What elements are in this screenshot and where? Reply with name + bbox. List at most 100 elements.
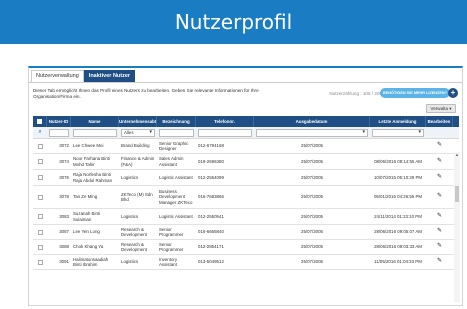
- last-login: 11/05/2016 01:04:33 PM: [374, 259, 422, 265]
- row-checkbox[interactable]: [33, 186, 47, 208]
- scroll-up-icon[interactable]: ▲: [454, 152, 460, 157]
- issue-date: 25/07/2005: [301, 194, 323, 200]
- user-title: Inventory Assistant: [159, 256, 178, 267]
- row-checkbox[interactable]: [33, 170, 47, 185]
- row-checkbox[interactable]: [33, 225, 47, 239]
- edit-cell[interactable]: ✎: [426, 186, 453, 208]
- filter-name[interactable]: [73, 128, 117, 137]
- row-checkbox[interactable]: [33, 154, 47, 169]
- user-department: Brand Building: [121, 143, 150, 149]
- last-login: 28/06/2016 09:03:33 AM: [374, 244, 422, 250]
- pencil-icon[interactable]: ✎: [437, 158, 442, 164]
- user-id: 3087: [59, 229, 69, 235]
- search-icon: ⌕: [38, 129, 42, 135]
- table-row[interactable]: 3083 Suzanah Binti Sulaiman Logistics Logis…: [33, 209, 459, 225]
- tab-inactive-users[interactable]: Inaktiver Nutzer: [83, 70, 136, 82]
- pencil-icon[interactable]: ✎: [437, 213, 442, 219]
- table-row[interactable]: 3091 Halimatonsaadiah Binti Ibrahim Logist…: [33, 255, 459, 270]
- user-title: Senior Programmer: [159, 241, 184, 252]
- need-more-licenses-button[interactable]: BENÖTIGEN SIE MEHR LIZENZEN?: [380, 88, 450, 98]
- user-name: Chok Khang Ya: [73, 244, 104, 250]
- user-department: Research & Development: [121, 226, 147, 237]
- row-checkbox[interactable]: [33, 209, 47, 224]
- user-phone: 012-6794168: [198, 143, 224, 149]
- filter-title[interactable]: [159, 128, 194, 137]
- user-name: Lee Yen Long: [73, 229, 100, 235]
- user-title: Sales Admin Assistant: [159, 156, 184, 167]
- pencil-icon[interactable]: ✎: [437, 174, 442, 180]
- user-name: Lee Chwee Mei: [73, 143, 104, 149]
- edit-cell[interactable]: ✎: [426, 209, 453, 224]
- table-row[interactable]: 3087 Lee Yen Long Research & Development Se…: [33, 225, 459, 240]
- col-last-login[interactable]: Letzte Anmeldung: [370, 116, 426, 127]
- pencil-icon[interactable]: ✎: [437, 142, 442, 148]
- pencil-icon[interactable]: ✎: [437, 193, 442, 199]
- scrollbar[interactable]: ▲: [454, 152, 460, 302]
- user-title: Business Development Manager ZKTeco: [159, 189, 193, 205]
- table-row[interactable]: 3074 Noor Farhana Binti Mohd Tahir Finance…: [33, 154, 459, 170]
- user-name: Noor Farhana Binti Mohd Tahir: [73, 156, 110, 167]
- checkbox[interactable]: [37, 259, 43, 265]
- edit-cell[interactable]: ✎: [426, 255, 453, 269]
- col-department[interactable]: Unternehmensabteilung: [119, 116, 157, 127]
- col-phone[interactable]: Telefonnr.: [196, 116, 254, 127]
- user-department: Research & Development: [121, 241, 147, 252]
- user-id: 3076: [59, 174, 69, 180]
- filter-issue-date[interactable]: [256, 128, 368, 137]
- issue-date: 25/07/2005: [301, 158, 323, 164]
- view-dropdown-button[interactable]: Verwalta ▾: [426, 104, 456, 113]
- user-title: Senior Programmer: [159, 226, 184, 237]
- edit-cell[interactable]: ✎: [426, 225, 453, 239]
- table-row[interactable]: 3078 Tan Ze Ming ZKTeco (M) Sdn Bhd Busines…: [33, 186, 459, 209]
- row-checkbox[interactable]: [33, 240, 47, 254]
- filter-phone[interactable]: [198, 128, 252, 137]
- col-title[interactable]: Bezeichnung: [157, 116, 196, 127]
- col-user-id[interactable]: Nutzer-ID: [47, 116, 71, 127]
- user-title: Logistic Assistant: [159, 213, 193, 219]
- select-all-checkbox[interactable]: [33, 116, 47, 127]
- edit-cell[interactable]: ✎: [426, 240, 453, 254]
- table-row[interactable]: 3088 Chok Khang Ya Research & Development S…: [33, 240, 459, 255]
- issue-date: 25/07/2005: [301, 244, 323, 250]
- edit-cell[interactable]: ✎: [426, 170, 453, 185]
- plus-icon[interactable]: +: [448, 88, 458, 98]
- tab-user-management[interactable]: Nutzerverwaltung: [31, 70, 84, 82]
- users-table: Nutzer-ID Name Unternehmensabteilung Bez…: [33, 116, 459, 270]
- checkbox[interactable]: [37, 143, 43, 149]
- edit-cell[interactable]: ✎: [426, 154, 453, 169]
- user-phone: 016-7683866: [198, 194, 224, 200]
- checkbox[interactable]: [37, 229, 43, 235]
- col-name[interactable]: Name: [71, 116, 119, 127]
- tab-bar: Nutzerverwaltung Inaktiver Nutzer: [31, 70, 136, 82]
- tab-divider: [29, 82, 462, 83]
- issue-date: 25/07/2005: [301, 143, 323, 149]
- checkbox[interactable]: [37, 159, 43, 164]
- table-row[interactable]: 3076 Raja Norfesha Binti Raja Abdul Rahma…: [33, 170, 459, 186]
- filter-department[interactable]: Alles: [121, 128, 155, 137]
- user-id: 3078: [59, 194, 69, 200]
- table-header: Nutzer-ID Name Unternehmensabteilung Bez…: [33, 116, 459, 127]
- user-count: Nutzerzählung : 106 / 200: [329, 91, 382, 96]
- user-management-panel: Nutzerverwaltung Inaktiver Nutzer Dieser…: [28, 66, 463, 306]
- row-checkbox[interactable]: [33, 255, 47, 269]
- last-login: 08/06/2016 09:14:55 AM: [374, 158, 422, 164]
- user-id: 3072: [59, 143, 69, 149]
- row-checkbox[interactable]: [33, 139, 47, 153]
- checkbox[interactable]: [37, 175, 43, 180]
- filter-row: ⌕ Alles: [33, 127, 459, 139]
- col-edit: Bearbeiten: [426, 116, 453, 127]
- pencil-icon[interactable]: ✎: [437, 258, 442, 264]
- scroll-thumb[interactable]: [455, 186, 459, 202]
- checkbox[interactable]: [37, 194, 43, 200]
- pencil-icon[interactable]: ✎: [437, 228, 442, 234]
- pencil-icon[interactable]: ✎: [437, 243, 442, 249]
- issue-date: 25/07/2005: [301, 174, 323, 180]
- filter-user-id[interactable]: [49, 128, 69, 137]
- table-row[interactable]: 3072 Lee Chwee Mei Brand Building Senior Gr…: [33, 139, 459, 154]
- col-issue-date[interactable]: Ausgabedatum: [254, 116, 370, 127]
- user-department: ZKTeco (M) Sdn Bhd: [121, 191, 153, 202]
- checkbox[interactable]: [37, 214, 43, 219]
- edit-cell[interactable]: ✎: [426, 139, 453, 153]
- checkbox[interactable]: [37, 244, 43, 250]
- filter-last-login[interactable]: [372, 128, 424, 137]
